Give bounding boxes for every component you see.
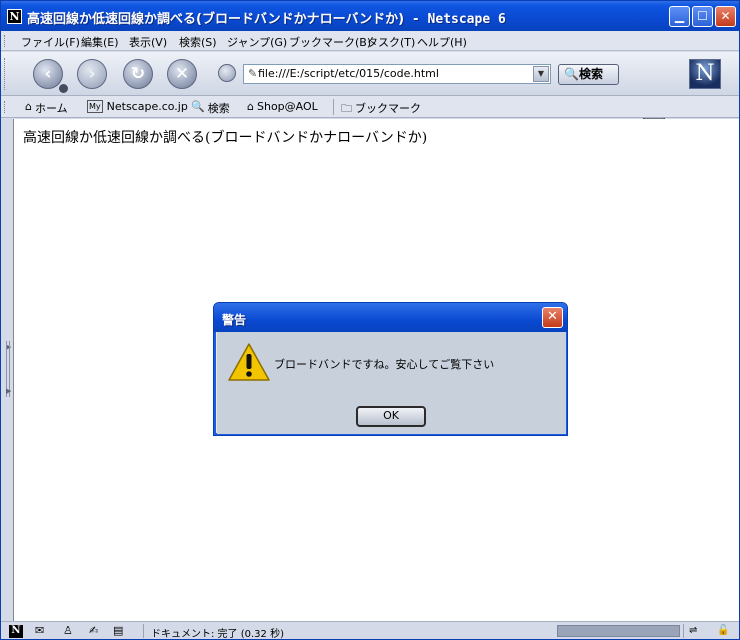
alert-dialog: 警告 ✕ ブロードバンドですね。安心してご覧下さい OK	[213, 302, 568, 436]
shop-aol-label: Shop@AOL	[256, 100, 318, 113]
menu-tasks[interactable]: タスク(T)	[367, 34, 415, 50]
minimize-button[interactable]: ▁	[669, 6, 690, 27]
forward-arrow-icon: ›	[88, 64, 96, 84]
magnifier-icon: 🔍	[191, 100, 205, 113]
my-netscape-icon: My	[87, 100, 103, 113]
netscape-link-label: Netscape.co.jp	[106, 100, 188, 113]
online-status-icon[interactable]: ⇌	[689, 625, 697, 636]
dialog-body: ブロードバンドですね。安心してご覧下さい OK	[217, 332, 566, 434]
menu-help[interactable]: ヘルプ(H)	[417, 34, 467, 50]
personal-toolbar-grip[interactable]	[4, 101, 7, 113]
back-arrow-icon: ‹	[44, 64, 52, 84]
ok-button[interactable]: OK	[356, 406, 426, 427]
back-history-dropdown-icon[interactable]	[59, 84, 68, 93]
folder-icon: 🗀	[341, 102, 352, 115]
back-button[interactable]: ‹	[33, 59, 63, 89]
personal-toolbar: ⌂ ホーム My Netscape.co.jp 🔍 検索 ⌂ Shop@AOL 🗀 ブック…	[1, 96, 739, 118]
close-window-button[interactable]: ✕	[715, 6, 736, 27]
netscape-logo[interactable]: N	[689, 59, 721, 89]
search-button-label: 検索	[578, 67, 603, 81]
navigation-toolbar-grip[interactable]	[4, 58, 7, 90]
bookmarks-folder[interactable]: 🗀 ブックマーク	[341, 100, 421, 119]
status-text: ドキュメント: 完了 (0.32 秒)	[151, 629, 284, 640]
window-title-text: 高速回線か低速回線か調べる(ブロードバンドかナローバンドか)	[27, 12, 405, 27]
dialog-message: ブロードバンドですね。安心してご覧下さい	[274, 358, 495, 371]
dialog-title: 警告	[222, 313, 247, 327]
home-label: ホーム	[34, 102, 68, 115]
status-separator	[683, 624, 684, 638]
address-book-icon[interactable]: ▤	[113, 625, 123, 637]
menu-view[interactable]: 表示(V)	[129, 34, 167, 50]
page-proxy-icon[interactable]: ✎	[248, 65, 258, 83]
instant-messenger-icon[interactable]: ♙	[63, 625, 73, 637]
dialog-close-button[interactable]: ✕	[542, 307, 563, 328]
chevron-down-icon: ▼	[537, 69, 545, 78]
sidebar-grippy[interactable]: ▶ ▶	[3, 119, 13, 621]
minimize-icon: ▁	[674, 9, 685, 23]
stop-button[interactable]: ✕	[167, 59, 197, 89]
status-separator	[143, 624, 144, 638]
url-bar[interactable]: ✎file:///E:/script/etc/015/code.html	[243, 64, 551, 84]
home-icon: ⌂	[25, 100, 32, 113]
progress-bar	[557, 625, 680, 637]
shop-aol-link[interactable]: ⌂ Shop@AOL	[247, 100, 318, 113]
reload-button[interactable]: ↻	[123, 59, 153, 89]
browser-window: N 高速回線か低速回線か調べる(ブロードバンドかナローバンドか) - Netsc…	[0, 0, 740, 640]
composer-icon[interactable]: ✍	[89, 625, 98, 637]
maximize-button[interactable]: ☐	[692, 6, 713, 27]
stop-icon: ✕	[174, 64, 190, 84]
personal-search-button[interactable]: 🔍 検索	[191, 100, 230, 116]
menu-bookmarks[interactable]: ブックマーク(B)	[289, 34, 371, 50]
close-icon: ✕	[720, 9, 731, 23]
window-title: 高速回線か低速回線か調べる(ブロードバンドかナローバンドか) - Netscap…	[27, 8, 506, 27]
maximize-icon: ☐	[697, 9, 708, 23]
close-icon: ✕	[547, 309, 558, 324]
warning-icon	[228, 343, 270, 381]
sidebar-arrow-icon: ▶	[6, 387, 12, 395]
menu-file[interactable]: ファイル(F)	[21, 34, 80, 50]
netscape-link[interactable]: My Netscape.co.jp	[87, 100, 188, 113]
window-title-suffix: - Netscape 6	[404, 12, 506, 27]
search-button[interactable]: 🔍検索	[558, 64, 619, 85]
title-bar: N 高速回線か低速回線か調べる(ブロードバンドかナローバンドか) - Netsc…	[1, 1, 739, 31]
go-button[interactable]	[218, 64, 236, 82]
reload-icon: ↻	[130, 64, 146, 84]
url-text: file:///E:/script/etc/015/code.html	[258, 67, 439, 80]
shop-home-icon: ⌂	[247, 100, 254, 113]
home-button[interactable]: ⌂ ホーム	[25, 100, 68, 116]
bookmarks-label: ブックマーク	[355, 102, 421, 115]
menu-go[interactable]: ジャンプ(G)	[227, 34, 287, 50]
netscape-navigator-icon[interactable]: N	[9, 625, 23, 638]
forward-button[interactable]: ›	[77, 59, 107, 89]
netscape-app-icon: N	[7, 9, 22, 24]
security-lock-icon[interactable]: 🔓	[717, 625, 729, 636]
mail-icon[interactable]: ✉	[35, 625, 44, 637]
menu-bar-grip[interactable]	[4, 35, 7, 47]
url-history-dropdown[interactable]: ▼	[533, 66, 549, 82]
personal-search-label: 検索	[207, 102, 230, 115]
menu-edit[interactable]: 編集(E)	[81, 34, 119, 50]
menu-search[interactable]: 検索(S)	[179, 34, 217, 50]
status-bar: N ✉ ♙ ✍ ▤ ドキュメント: 完了 (0.32 秒) ⇌ 🔓	[1, 621, 739, 640]
menu-bar: ファイル(F) 編集(E) 表示(V) 検索(S) ジャンプ(G) ブックマーク…	[1, 31, 739, 51]
page-heading: 高速回線か低速回線か調べる(ブロードバンドかナローバンドか)	[23, 130, 428, 146]
dialog-title-bar[interactable]: 警告 ✕	[214, 303, 567, 332]
toolbar-separator	[333, 99, 334, 115]
magnifier-icon: 🔍	[564, 67, 579, 81]
